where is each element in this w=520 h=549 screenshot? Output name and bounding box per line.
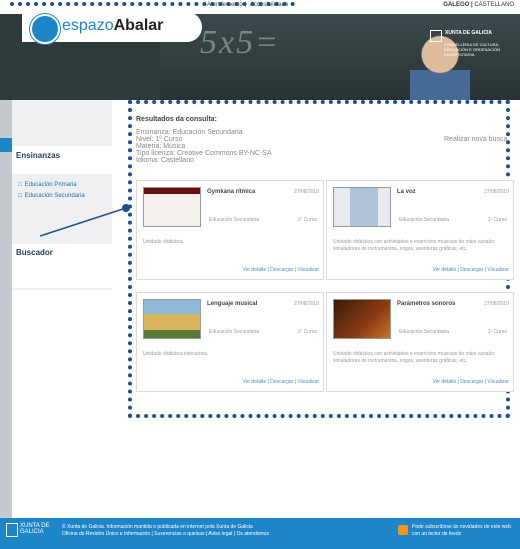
card-course: 1º Curso [297,329,317,335]
card-date: 27/08/2010 [483,301,509,307]
xunta-subtitle: CONSELLERIA DE CULTURA, EDUCACIÓN E ORDE… [444,42,501,57]
card-thumbnail[interactable] [333,187,391,227]
link-descargar[interactable]: Descargar [460,267,483,273]
logo-right: Abalar [113,17,164,34]
filter-nivel: Nivel: 1º Curso [136,136,183,143]
card-level: Educación Secundaria [209,329,260,335]
result-card: Parámetros sonoros 27/08/2010 Educación … [326,292,514,392]
card-course: 1º Curso [487,329,507,335]
filter-idioma: Idioma: Castellano [136,157,194,164]
result-card: Lenguaje musical 27/08/2010 Educación Se… [136,292,324,392]
xunta-title: XUNTA DE GALICIA [445,30,492,36]
link-descargar[interactable]: Descargar [270,267,293,273]
link-visualizar[interactable]: Visualizar [487,379,509,385]
xunta-footer-flag-icon [6,523,18,537]
annotation-pointer [40,204,130,237]
nav-heading-ensinanzas: Ensinanzas [16,151,61,160]
card-title[interactable]: Lenguaje musical [207,301,257,307]
annotation-dots-top [10,2,295,12]
rss-text[interactable]: Pode subscribirse ás novidades de este w… [412,524,516,538]
filter-materia: Materia: Música [136,143,186,150]
logo-left: espazo [62,17,114,34]
card-level: Educación Secundaria [399,329,450,335]
card-course: 1º Curso [487,217,507,223]
card-title[interactable]: Gymkana rítmica [207,189,255,195]
link-ver-detalle[interactable]: Ver detalle [433,379,457,385]
card-description: Unidade didáctica. [143,239,185,245]
result-card: Gymkana rítmica 27/08/2010 Educación Sec… [136,180,324,280]
nav-item-primaria[interactable]: Educación Primaria [18,180,85,191]
chalkboard-text: 5x5= [200,24,281,61]
link-descargar[interactable]: Descargar [460,379,483,385]
card-title[interactable]: Parámetros sonoros [397,301,455,307]
xunta-logo: XUNTA DE GALICIA CONSELLERIA DE CULTURA,… [430,30,516,60]
card-course: 1º Curso [297,217,317,223]
link-ver-detalle[interactable]: Ver detalle [243,379,267,385]
rss-icon[interactable] [398,525,408,535]
card-links: Ver detalle | Descargar | Visualizar [242,379,319,385]
filter-ensinanza: Ensinanza: Educación Secundaria [136,129,243,136]
card-date: 27/08/2010 [293,301,319,307]
card-date: 27/08/2010 [483,189,509,195]
card-description: Unidade didáctica con actividades e exer… [333,351,496,364]
result-card: La voz 27/08/2010 Educación Secundaria 1… [326,180,514,280]
results-filters: Ensinanza: Educación Secundaria Nivel: 1… [136,129,272,164]
filter-licenza: Tipo licenza: Creative Commons BY-NC-SA [136,150,272,157]
card-thumbnail[interactable] [333,299,391,339]
link-visualizar[interactable]: Visualizar [297,267,319,273]
nav-items: Educación Primaria Educación Secundaria [18,180,85,202]
footer-copyright: © Xunta de Galicia. Información mantida … [62,524,253,530]
card-level: Educación Secundaria [209,217,260,223]
language-switch: GALEGO | CASTELLANO [443,2,514,8]
link-ver-detalle[interactable]: Ver detalle [243,267,267,273]
new-search-link[interactable]: Realizar nova busca [444,136,507,143]
footer-text: © Xunta de Galicia. Información mantida … [62,524,269,538]
card-description: Unidade didáctica con actividades e exer… [333,239,496,252]
card-thumbnail[interactable] [143,187,201,227]
link-visualizar[interactable]: Visualizar [297,379,319,385]
results-title: Resultados da consulta: [136,116,217,123]
side-tab-icon[interactable] [0,138,12,152]
xunta-flag-icon [430,30,442,42]
link-visualizar[interactable]: Visualizar [487,267,509,273]
logo-tv-icon [30,14,60,44]
card-links: Ver detalle | Descargar | Visualizar [242,267,319,273]
footer-xunta-logo: XUNTA DE GALICIA [20,523,50,535]
site-logo[interactable]: espazoAbalar [62,17,163,35]
card-date: 27/08/2010 [293,189,319,195]
link-descargar[interactable]: Descargar [270,379,293,385]
lang-galego[interactable]: GALEGO [443,2,469,8]
link-ver-detalle[interactable]: Ver detalle [433,267,457,273]
card-links: Ver detalle | Descargar | Visualizar [432,267,509,273]
card-description: Unidade didáctica interactiva. [143,351,209,357]
card-thumbnail[interactable] [143,299,201,339]
card-links: Ver detalle | Descargar | Visualizar [432,379,509,385]
card-level: Educación Secundaria [399,217,450,223]
card-title[interactable]: La voz [397,189,416,195]
lang-castellano[interactable]: CASTELLANO [474,2,514,8]
footer-links[interactable]: Oficina de Rexistro Único e Información … [62,531,269,538]
